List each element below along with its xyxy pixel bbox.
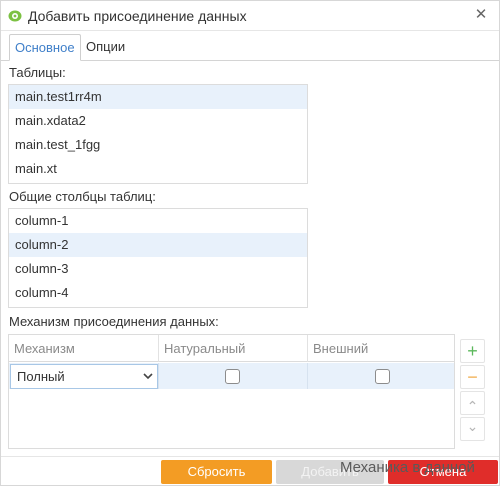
footer-divider: [1, 456, 499, 457]
plus-icon: +: [467, 341, 478, 361]
chevron-down-icon: [143, 373, 153, 380]
mechanism-select[interactable]: Полный: [10, 364, 158, 389]
tables-list[interactable]: main.test1rr4m main.xdata2 main.test_1fg…: [8, 84, 308, 184]
dialog-window: Добавить присоединение данных ✕ Основное…: [0, 0, 500, 486]
chevron-up-icon: ⌃: [466, 398, 479, 414]
tables-label: Таблицы:: [9, 65, 66, 80]
header-mechanism: Механизм: [14, 341, 75, 356]
add-button[interactable]: Добавить: [276, 460, 384, 484]
list-item[interactable]: main.test1rr4m: [9, 85, 307, 109]
columns-label: Общие столбцы таблиц:: [9, 189, 156, 204]
list-item[interactable]: main.xt: [9, 157, 307, 181]
move-down-button[interactable]: ⌄: [460, 417, 485, 441]
chevron-down-icon: ⌄: [466, 418, 479, 434]
list-item[interactable]: column-2: [9, 233, 307, 257]
join-grid: Механизм Натуральный Внешний Полный: [8, 334, 455, 449]
cancel-button[interactable]: Отмена: [388, 460, 498, 484]
outer-checkbox[interactable]: [375, 369, 390, 384]
title-bar: Добавить присоединение данных ✕: [1, 1, 499, 31]
close-icon: ✕: [474, 6, 488, 23]
row-divider: [307, 363, 308, 389]
remove-row-button[interactable]: −: [460, 365, 485, 389]
tab-options[interactable]: Опции: [81, 34, 130, 61]
row-divider: [158, 363, 159, 389]
close-button[interactable]: ✕: [473, 7, 489, 23]
columns-list[interactable]: column-1 column-2 column-3 column-4: [8, 208, 308, 308]
natural-checkbox[interactable]: [225, 369, 240, 384]
join-label: Механизм присоединения данных:: [9, 314, 219, 329]
reset-button[interactable]: Сбросить: [161, 460, 272, 484]
header-natural: Натуральный: [164, 341, 246, 356]
list-item[interactable]: main.test_1fgg: [9, 133, 307, 157]
list-item[interactable]: column-1: [9, 209, 307, 233]
tab-bar: Основное Опции: [9, 34, 499, 61]
dialog-title: Добавить присоединение данных: [28, 8, 247, 24]
table-row[interactable]: Полный: [9, 363, 454, 389]
app-icon: [8, 10, 22, 22]
minus-icon: −: [467, 367, 478, 387]
list-item[interactable]: column-4: [9, 281, 307, 305]
list-item[interactable]: main.xdata2: [9, 109, 307, 133]
mechanism-value: Полный: [17, 369, 65, 384]
header-outer: Внешний: [313, 341, 369, 356]
tab-main[interactable]: Основное: [9, 34, 81, 61]
add-row-button[interactable]: +: [460, 339, 485, 363]
grid-header: Механизм Натуральный Внешний: [9, 335, 454, 362]
move-up-button[interactable]: ⌃: [460, 391, 485, 415]
list-item[interactable]: column-3: [9, 257, 307, 281]
